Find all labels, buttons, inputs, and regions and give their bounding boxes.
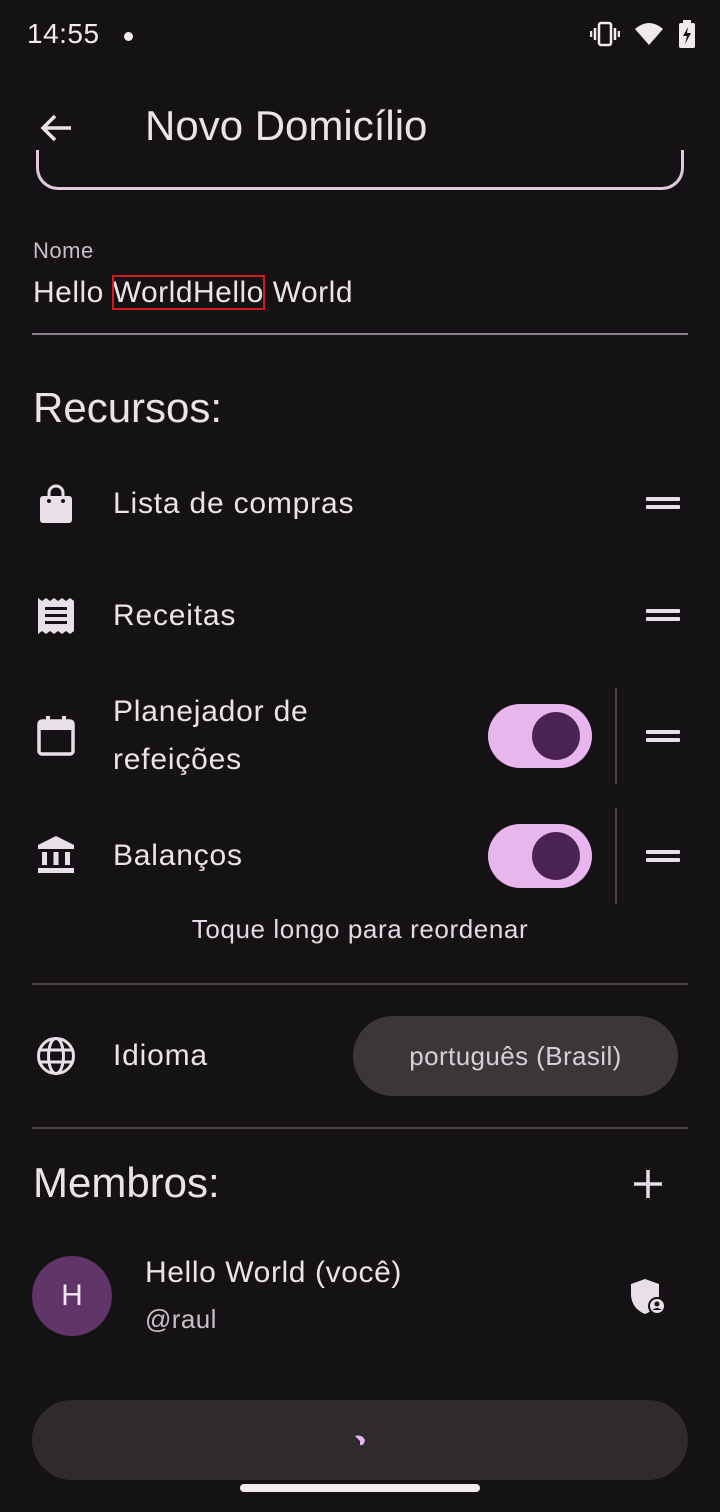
admin-shield-icon (631, 1279, 666, 1315)
resource-label-shopping-list: Lista de compras (113, 487, 355, 520)
member-name: Hello World (você) (145, 1256, 402, 1289)
page-title: Novo Domicílio (145, 102, 428, 149)
calendar-icon (37, 716, 75, 756)
member-handle: @raul (145, 1304, 217, 1334)
arrow-back-icon (40, 114, 71, 142)
receipt-icon (38, 598, 74, 634)
name-field-underline (32, 333, 688, 335)
add-member-button[interactable] (628, 1164, 668, 1204)
bank-icon (38, 836, 74, 873)
divider (615, 808, 617, 904)
status-time: 14:55 (27, 18, 100, 49)
resource-label-balances: Balanços (113, 839, 243, 872)
toggle-knob (532, 832, 580, 880)
name-text-highlight: WorldHello (111, 275, 265, 310)
section-divider (32, 1127, 688, 1129)
loading-spinner-icon (355, 1435, 365, 1446)
divider (615, 688, 617, 784)
name-text-after: World (263, 276, 354, 309)
wifi-icon (635, 23, 663, 45)
members-title: Membros: (33, 1159, 220, 1206)
reorder-hint: Toque longo para reordenar (191, 914, 529, 944)
toggle-knob (532, 712, 580, 760)
shopping-bag-icon (40, 484, 72, 523)
scrolled-field-edge (36, 150, 684, 190)
back-button[interactable] (34, 106, 78, 150)
name-field[interactable]: Hello WorldHello World (33, 275, 354, 310)
globe-icon (37, 1037, 75, 1075)
vibrate-icon (590, 21, 620, 47)
drag-handle-icon[interactable] (646, 846, 680, 866)
meal-planner-toggle[interactable] (488, 704, 592, 768)
status-icons (590, 20, 696, 48)
resource-label-recipes: Receitas (113, 599, 237, 632)
drag-handle-icon[interactable] (646, 493, 680, 513)
notification-dot (124, 32, 133, 41)
balances-toggle[interactable] (488, 824, 592, 888)
section-divider (32, 983, 688, 985)
battery-charging-icon (679, 20, 695, 48)
home-indicator (240, 1484, 480, 1492)
save-button[interactable] (32, 1400, 688, 1480)
name-text-before: Hello (33, 276, 113, 309)
language-select[interactable]: português (Brasil) (353, 1016, 678, 1096)
drag-handle-icon[interactable] (646, 726, 680, 746)
drag-handle-icon[interactable] (646, 605, 680, 625)
add-icon (634, 1170, 662, 1198)
resources-title: Recursos: (33, 384, 223, 431)
avatar: H (32, 1256, 112, 1336)
language-label: Idioma (113, 1039, 208, 1072)
resource-label-meal-planner: Planejador de refeições (113, 695, 309, 776)
name-field-label: Nome (33, 238, 94, 263)
